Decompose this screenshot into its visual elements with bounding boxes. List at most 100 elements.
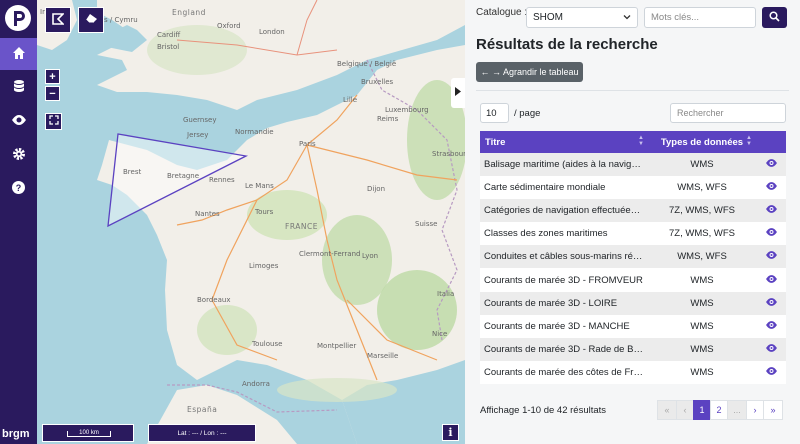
view-layer-button[interactable] xyxy=(756,153,786,176)
map-label-belgique: Belgique / België xyxy=(337,60,397,68)
eye-icon xyxy=(11,114,26,128)
eye-icon xyxy=(765,274,777,286)
row-title: Catégories de navigation effectuées p... xyxy=(484,205,648,217)
view-layer-button[interactable] xyxy=(756,361,786,384)
row-title: Courants de marée 3D - LOIRE xyxy=(484,297,618,309)
table-row[interactable]: Courants de marée 3D - Rade de Bres... WM… xyxy=(480,337,786,361)
map-label-nice: Nice xyxy=(432,330,448,338)
map-label-brest: Brest xyxy=(123,168,142,176)
table-header-row: Titre ▲ ▼ Types de données ▲ ▼ xyxy=(480,131,786,153)
row-types: WMS, WFS xyxy=(677,251,727,263)
map-label-guernsey: Guernsey xyxy=(183,116,217,124)
pager-first[interactable]: « xyxy=(657,400,677,420)
map-canvas xyxy=(37,0,465,444)
map-view[interactable]: Cardiff Bristol Oxford London England Wa… xyxy=(37,0,465,444)
map-label-luxembourg: Luxembourg xyxy=(385,106,429,114)
sidebar-item-help[interactable]: ? xyxy=(0,173,37,205)
map-label-le-mans: Le Mans xyxy=(245,182,274,190)
sidebar-item-home[interactable] xyxy=(0,38,37,70)
results-count: Affichage 1-10 de 42 résultats xyxy=(480,405,607,416)
map-label-toulouse: Toulouse xyxy=(252,340,283,348)
view-layer-button[interactable] xyxy=(756,292,786,315)
table-search-input[interactable]: Rechercher xyxy=(670,103,786,123)
table-row[interactable]: Courants de marée 3D - LOIRE WMS xyxy=(480,291,786,315)
view-layer-button[interactable] xyxy=(756,315,786,338)
chevron-down-icon xyxy=(623,13,631,24)
pager-prev[interactable]: ‹ xyxy=(676,400,694,420)
app-logo[interactable] xyxy=(4,4,32,32)
eye-icon xyxy=(765,159,777,170)
table-row[interactable]: Courants de marée 3D - FROMVEUR WMS xyxy=(480,268,786,292)
row-title: Balisage maritime (aides à la navigati..… xyxy=(484,159,648,171)
map-label-clermont: Clermont-Ferrand xyxy=(299,250,361,258)
column-header-title[interactable]: Titre ▲ ▼ xyxy=(480,131,648,153)
row-types: WMS xyxy=(690,343,714,355)
pager-next[interactable]: › xyxy=(746,400,764,420)
map-info-button[interactable]: i xyxy=(442,424,459,441)
row-title: Courants de marée 3D - Rade de Bres... xyxy=(484,343,648,355)
view-layer-button[interactable] xyxy=(756,338,786,361)
pager-ellipsis: ... xyxy=(727,400,747,420)
map-label-cardiff: Cardiff xyxy=(157,31,181,39)
results-panel: Catalogue : SHOM Mots clés... Résultats … xyxy=(465,0,800,444)
map-label-limoges: Limoges xyxy=(249,262,279,270)
view-layer-button[interactable] xyxy=(756,245,786,268)
eye-icon xyxy=(765,205,777,216)
view-layer-button[interactable] xyxy=(756,222,786,245)
row-title: Courants de marée 3D - MANCHE xyxy=(484,320,630,332)
sidebar-item-settings[interactable] xyxy=(0,139,37,171)
row-title: Courants de marée des côtes de Fran... xyxy=(484,366,648,378)
sort-icon: ▲ ▼ xyxy=(746,135,752,147)
table-row[interactable]: Balisage maritime (aides à la navigati..… xyxy=(480,153,786,177)
map-label-bretagne: Bretagne xyxy=(167,172,200,180)
sidebar-item-visibility[interactable] xyxy=(0,105,37,137)
map-label-paris: Paris xyxy=(299,140,316,148)
row-title: Courants de marée 3D - FROMVEUR xyxy=(484,274,643,286)
table-row[interactable]: Courants de marée des côtes de Fran... WM… xyxy=(480,360,786,384)
scale-bar: 100 km xyxy=(42,424,134,442)
view-layer-button[interactable] xyxy=(756,268,786,291)
map-label-bordeaux: Bordeaux xyxy=(197,296,231,304)
table-row[interactable]: Conduites et câbles sous-marins répe... W… xyxy=(480,245,786,269)
eye-icon xyxy=(765,320,777,332)
row-types: WMS xyxy=(690,159,714,171)
map-label-montpellier: Montpellier xyxy=(317,342,357,350)
keywords-input[interactable]: Mots clés... xyxy=(644,7,756,28)
map-label-marseille: Marseille xyxy=(367,352,399,360)
view-layer-button[interactable] xyxy=(756,199,786,222)
pager-last[interactable]: » xyxy=(763,400,783,420)
column-header-types[interactable]: Types de données ▲ ▼ xyxy=(648,131,756,153)
zoom-out-button[interactable]: − xyxy=(45,86,60,101)
draw-tool-button[interactable] xyxy=(45,7,71,33)
map-label-tours: Tours xyxy=(255,208,274,216)
database-icon xyxy=(13,79,25,96)
row-types: 7Z, WMS, WFS xyxy=(669,228,735,240)
pager-page-2[interactable]: 2 xyxy=(710,400,728,420)
column-header-title-label: Titre xyxy=(485,136,506,148)
pager-page-1[interactable]: 1 xyxy=(693,400,711,420)
map-label-normandie: Normandie xyxy=(235,128,274,136)
page-size-input[interactable]: 10 xyxy=(480,103,509,123)
map-label-france: FRANCE xyxy=(285,222,318,231)
panel-toggle-button[interactable] xyxy=(451,78,465,108)
table-row[interactable]: Classes des zones maritimes 7Z, WMS, WFS xyxy=(480,222,786,246)
fullscreen-button[interactable] xyxy=(45,113,62,130)
table-row[interactable]: Catégories de navigation effectuées p...… xyxy=(480,199,786,223)
search-button[interactable] xyxy=(762,7,787,28)
map-label-lille: Lille xyxy=(343,96,358,104)
catalogue-select-value: SHOM xyxy=(533,12,563,23)
expand-table-button[interactable]: ← → Agrandir le tableau xyxy=(476,62,583,82)
sidebar-item-database[interactable] xyxy=(0,71,37,103)
row-types: WMS xyxy=(690,297,714,309)
erase-tool-button[interactable] xyxy=(78,7,104,33)
map-label-lyon: Lyon xyxy=(362,252,379,260)
table-row[interactable]: Carte sédimentaire mondiale WMS, WFS xyxy=(480,176,786,200)
row-types: WMS xyxy=(690,366,714,378)
sidebar: ? brgm xyxy=(0,0,37,444)
zoom-in-button[interactable]: + xyxy=(45,69,60,84)
table-row[interactable]: Courants de marée 3D - MANCHE WMS xyxy=(480,314,786,338)
view-layer-button[interactable] xyxy=(756,176,786,199)
eye-icon xyxy=(765,297,777,309)
catalogue-select[interactable]: SHOM xyxy=(526,7,638,28)
pagination: « ‹ 1 2 ... › » xyxy=(657,400,783,420)
